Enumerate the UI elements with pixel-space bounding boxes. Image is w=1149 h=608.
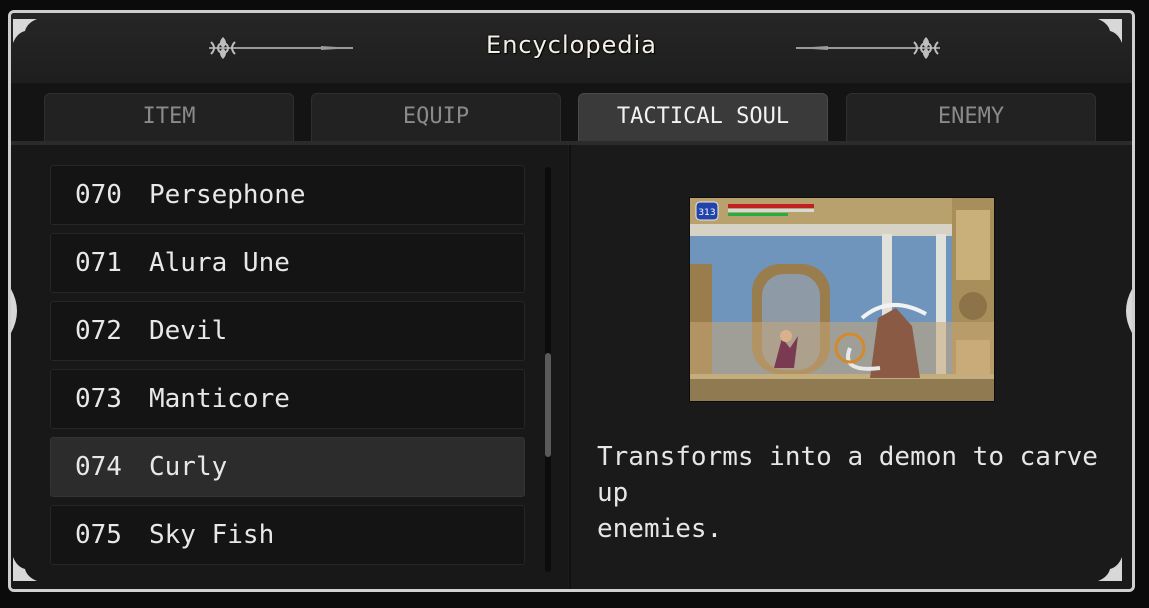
tab-item[interactable]: ITEM (44, 93, 294, 141)
item-name: Devil (149, 316, 228, 346)
tab-equip[interactable]: EQUIP (311, 93, 561, 141)
soul-description: Transforms into a demon to carve up enem… (597, 442, 1098, 544)
hud-hp-value: 313 (698, 208, 715, 218)
corner-ornament-icon (13, 19, 37, 43)
page-title: Encyclopedia (486, 31, 657, 59)
item-number: 071 (75, 248, 122, 278)
list-item[interactable]: 071 Alura Une (50, 233, 525, 293)
list-item[interactable]: 072 Devil (50, 301, 525, 361)
corner-ornament-icon (13, 557, 37, 581)
detail-pane: 313 Transforms into a demon to carve up … (569, 145, 1132, 589)
category-tabs: ITEM EQUIP TACTICAL SOUL ENEMY (11, 83, 1132, 145)
soul-list: 070 Persephone 071 Alura Une 072 Devil 0… (50, 165, 525, 573)
gameplay-scene: 313 (690, 198, 994, 401)
list-item[interactable]: 073 Manticore (50, 369, 525, 429)
list-item[interactable]: 070 Persephone (50, 165, 525, 225)
soul-list-pane: 070 Persephone 071 Alura Une 072 Devil 0… (11, 145, 568, 589)
item-number: 075 (75, 520, 122, 550)
item-name: Manticore (149, 384, 290, 414)
side-ornament-icon (1126, 289, 1132, 333)
list-item-selected[interactable]: 074 Curly (50, 437, 525, 497)
tab-enemy[interactable]: ENEMY (846, 93, 1096, 141)
corner-ornament-icon (1098, 557, 1122, 581)
item-name: Sky Fish (149, 520, 275, 550)
list-scrollbar[interactable] (545, 167, 551, 572)
item-name: Persephone (149, 180, 306, 210)
list-item[interactable]: 075 Sky Fish (50, 505, 525, 565)
corner-ornament-icon (1098, 19, 1122, 43)
item-number: 073 (75, 384, 122, 414)
encyclopedia-window: Encyclopedia ITEM EQUIP TACTICAL SOUL EN… (8, 10, 1135, 592)
header: Encyclopedia (11, 13, 1132, 85)
soul-preview-image: 313 (689, 197, 995, 402)
item-number: 074 (75, 452, 122, 482)
tab-tactical-soul[interactable]: TACTICAL SOUL (578, 93, 828, 141)
item-name: Alura Une (149, 248, 290, 278)
item-name: Curly (149, 452, 228, 482)
scrollbar-thumb[interactable] (545, 353, 551, 457)
item-number: 072 (75, 316, 122, 346)
fleur-de-lis-ornament-right (796, 37, 940, 59)
item-number: 070 (75, 180, 122, 210)
side-ornament-icon (11, 289, 17, 333)
